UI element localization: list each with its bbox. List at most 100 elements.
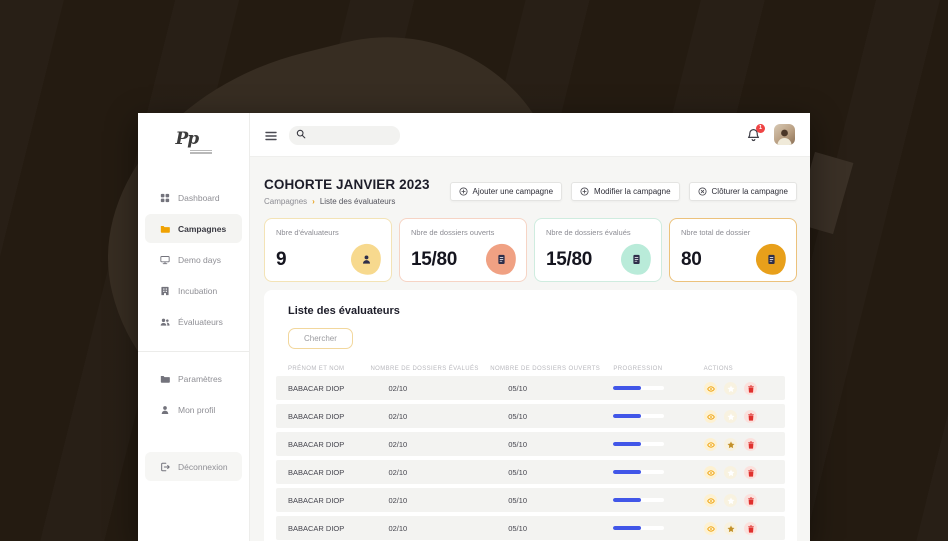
stat-blob [483,242,519,277]
menu-icon[interactable] [265,129,277,141]
search-box [289,125,400,145]
sidebar-item-label: Campagnes [178,223,227,234]
user-icon [160,405,170,415]
view-button[interactable] [703,409,717,423]
delete-button[interactable] [743,381,757,395]
stat-label: Nbre de dossiers ouverts [411,228,495,237]
stat-row: 15/80 [411,242,519,277]
eye-icon [706,497,715,504]
breadcrumb-parent[interactable]: Campagnes [264,197,307,206]
progress-fill [613,470,642,474]
breadcrumb-current: Liste des évaluateurs [319,197,396,206]
sidebar-item-label: Déconnexion [178,461,228,472]
view-button[interactable] [703,437,717,451]
building-icon [160,286,170,296]
cell-actions [703,409,773,423]
cell-evaluated: 02/10 [388,411,408,421]
users-icon [160,317,170,327]
stat-row: 9 [276,242,384,277]
topbar: 1 [250,113,810,157]
cell-progress [613,442,703,446]
stat-label: Nbre d'évaluateurs [276,228,339,237]
star-button[interactable] [723,381,737,395]
star-icon [727,441,735,448]
star-button[interactable] [723,465,737,479]
sidebar-item-evaluateurs[interactable]: Évaluateurs [145,307,242,336]
sidebar-item-parametres[interactable]: Paramètres [145,364,242,393]
progress-fill [613,386,642,390]
stat-value: 80 [681,248,702,270]
star-button[interactable] [723,521,737,535]
stat-value: 9 [276,248,287,270]
search-filter-button[interactable]: Chercher [288,328,353,349]
stat-card-2: Nbre de dossiers ouverts 15/80 [399,218,527,282]
progress-bar [613,386,665,390]
cell-opened: 05/10 [508,523,527,533]
eye-icon [706,385,715,392]
modifier-la-campagne-button[interactable]: Modifier la campagne [571,182,680,201]
delete-button[interactable] [743,409,757,423]
delete-button[interactable] [743,465,757,479]
sidebar-item-demo-days[interactable]: Demo days [145,245,242,274]
cloturer-la-campagne-button[interactable]: Clôturer la campagne [688,182,797,201]
sidebar-item-deconnexion[interactable]: Déconnexion [145,452,242,481]
sidebar-nav: Dashboard Campagnes Demo days Incubation Éva… [138,183,249,338]
eye-icon [706,469,715,476]
delete-button[interactable] [743,521,757,535]
cell-opened: 05/10 [508,495,527,505]
view-button[interactable] [703,521,717,535]
cell-actions [703,493,773,507]
cell-actions [703,437,773,451]
delete-button[interactable] [743,437,757,451]
sidebar-item-label: Dashboard [178,192,220,203]
file-icon [496,254,507,265]
star-icon [727,469,735,476]
progress-bar [613,498,665,502]
eye-icon [706,413,715,420]
cell-opened: 05/10 [508,383,527,393]
progress-fill [613,526,642,530]
delete-button[interactable] [743,493,757,507]
cell-name: BABACAR DIOP [288,467,345,477]
star-button[interactable] [723,437,737,451]
cell-progress [613,526,703,530]
sidebar-item-incubation[interactable]: Incubation [145,276,242,305]
progress-fill [613,414,642,418]
sidebar-item-dashboard[interactable]: Dashboard [145,183,242,212]
view-button[interactable] [703,381,717,395]
cell-evaluated: 02/10 [388,523,408,533]
logo-text: Pp [175,128,200,149]
notifications-button[interactable]: 1 [747,123,765,142]
plus-circle-icon [459,187,468,196]
action-button-label: Ajouter une campagne [472,187,554,196]
file-icon [766,254,777,265]
breadcrumb-separator-icon: › [312,197,315,206]
star-button[interactable] [723,409,737,423]
view-button[interactable] [703,493,717,507]
right-column: 1 COHORTE JANVIER 2023 Campagnes › Liste… [250,113,810,541]
cell-name: BABACAR DIOP [288,383,345,393]
stat-label: Nbre de dossiers évalués [546,228,631,237]
app-logo[interactable]: Pp [138,113,249,161]
progress-fill [613,498,642,502]
column-header-prenom-et-nom: Prénom et nom [288,366,345,372]
cell-opened: 05/10 [508,411,527,421]
sidebar-item-label: Incubation [178,285,218,296]
cell-evaluated: 02/10 [388,467,408,477]
star-button[interactable] [723,493,737,507]
cell-name: BABACAR DIOP [288,495,345,505]
person-icon [361,254,372,265]
ajouter-une-campagne-button[interactable]: Ajouter une campagne [449,182,563,201]
trash-icon [747,497,754,505]
cell-name: BABACAR DIOP [288,411,345,421]
stat-card-4: Nbre total de dossier 80 [669,218,797,282]
user-avatar[interactable] [774,124,795,145]
column-header-nombre-de-dossiers-evalues: Nombre de dossiers évalués [370,366,479,372]
cell-opened: 05/10 [508,467,527,477]
view-button[interactable] [703,465,717,479]
sidebar-item-mon-profil[interactable]: Mon profil [145,395,242,424]
sidebar-item-campagnes[interactable]: Campagnes [145,214,242,243]
cell-progress [613,414,703,418]
table-row: BABACAR DIOP 02/10 05/10 [276,460,785,484]
main-content: COHORTE JANVIER 2023 Campagnes › Liste d… [250,157,810,541]
